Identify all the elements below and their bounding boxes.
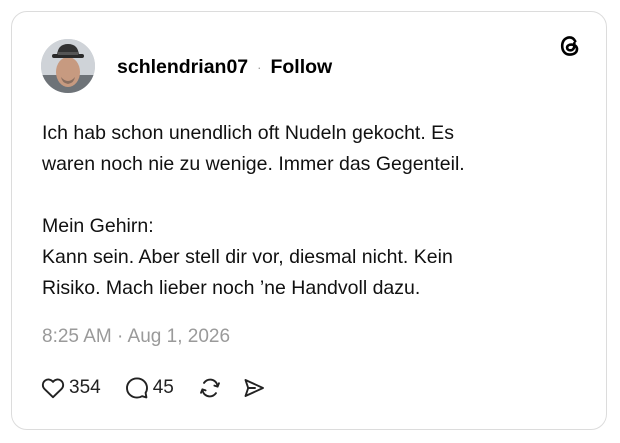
like-count: 354 xyxy=(69,377,101,398)
repost-icon xyxy=(199,378,220,398)
post-text-line: Risiko. Mach lieber noch ’ne Handvoll da… xyxy=(42,277,421,299)
reply-button[interactable]: 45 xyxy=(125,376,174,400)
post-text-line: Ich hab schon unendlich oft Nudeln gekoc… xyxy=(42,122,454,144)
like-button[interactable]: 354 xyxy=(41,377,101,399)
post-text-line: Mein Gehirn: xyxy=(42,215,154,237)
heart-icon xyxy=(41,378,65,399)
author-row: schlendrian07 · Follow xyxy=(117,56,332,79)
send-icon xyxy=(244,379,264,397)
post-timestamp[interactable]: 8:25 AM · Aug 1, 2026 xyxy=(42,326,230,348)
threads-post-card: schlendrian07 · Follow Ich hab schon une… xyxy=(11,11,607,430)
action-bar: 354 45 xyxy=(41,375,266,401)
post-text: Ich hab schon unendlich oft Nudeln gekoc… xyxy=(42,118,582,304)
repost-button[interactable] xyxy=(198,376,222,400)
reply-count: 45 xyxy=(152,377,174,398)
avatar-image xyxy=(41,39,95,93)
separator-dot: · xyxy=(257,60,262,75)
speech-bubble-icon xyxy=(125,377,148,399)
post-text-line: waren noch nie zu wenige. Immer das Gege… xyxy=(42,153,465,175)
threads-logo-icon[interactable] xyxy=(557,33,583,59)
post-text-line: Kann sein. Aber stell dir vor, diesmal n… xyxy=(42,246,453,268)
share-button[interactable] xyxy=(242,376,266,400)
username-link[interactable]: schlendrian07 xyxy=(117,56,248,79)
follow-button[interactable]: Follow xyxy=(270,56,332,79)
avatar[interactable] xyxy=(41,39,95,93)
